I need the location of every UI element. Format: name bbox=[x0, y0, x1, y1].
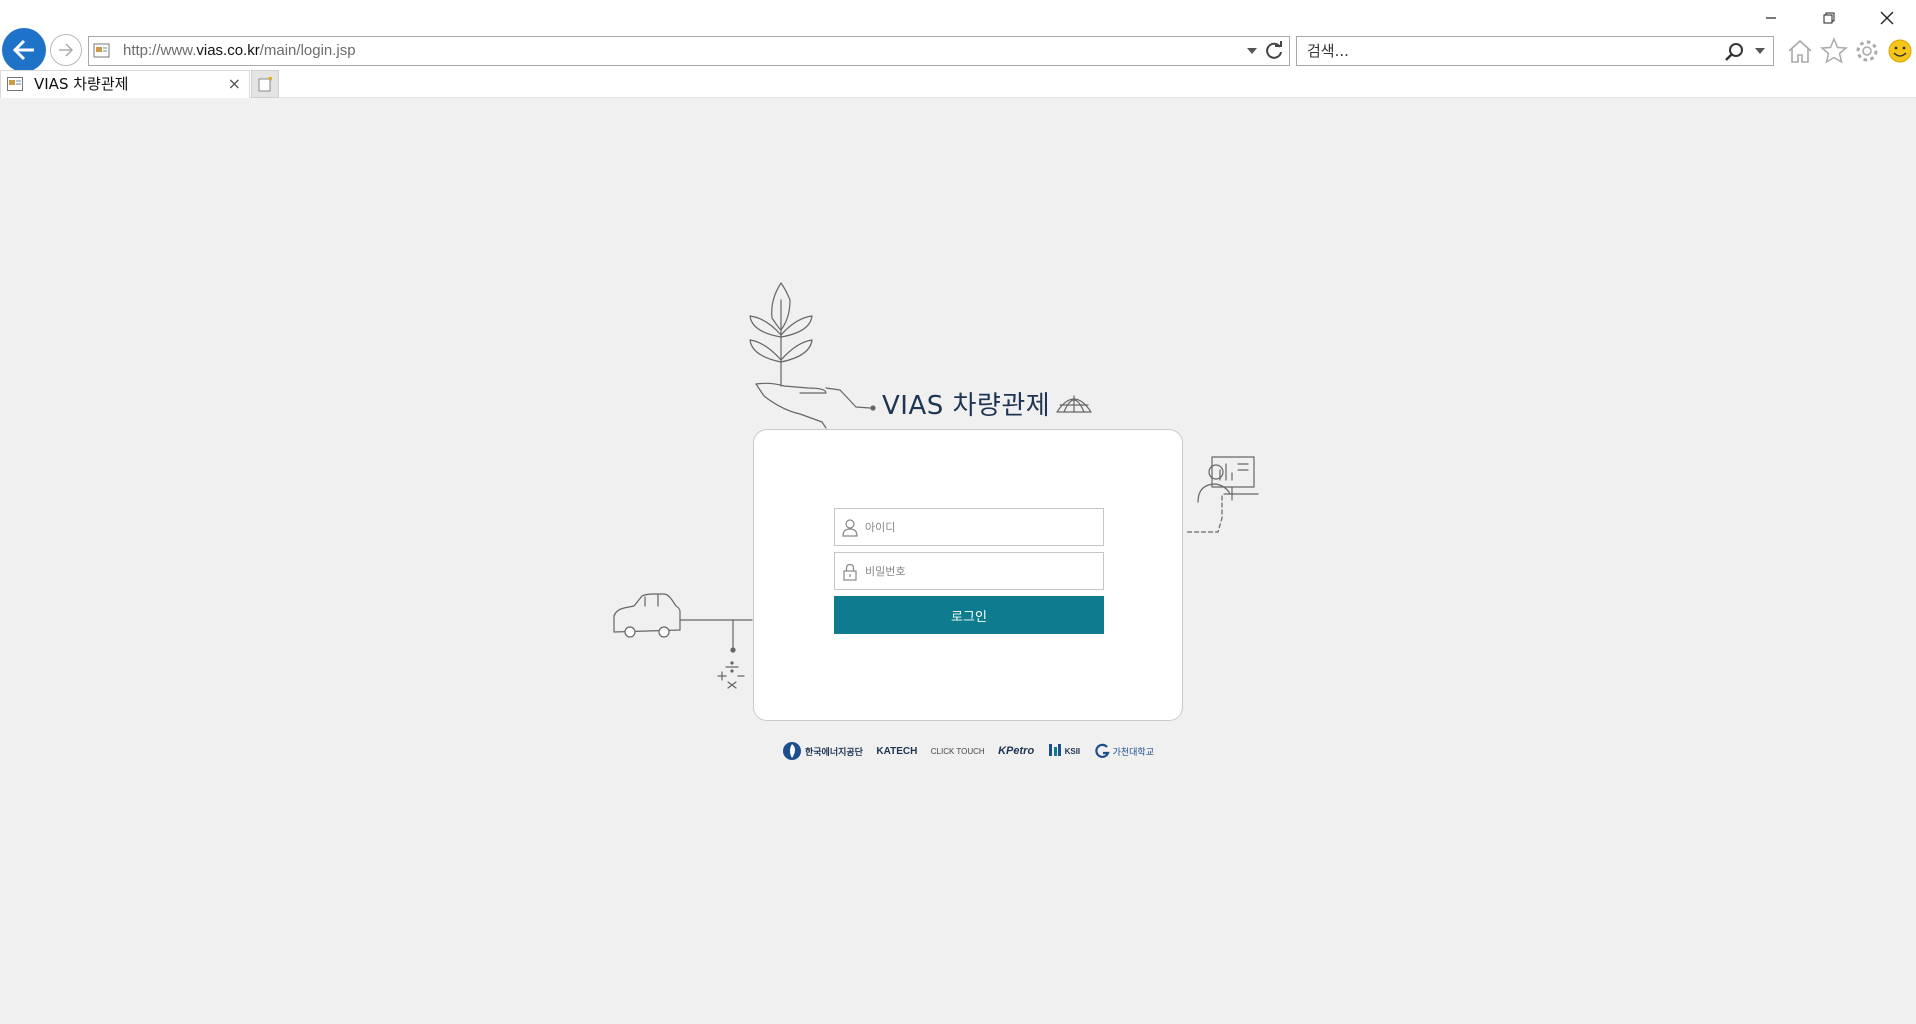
partner-name: KSII bbox=[1064, 746, 1081, 756]
partner-name: 한국에너지공단 bbox=[805, 746, 863, 757]
lock-icon bbox=[843, 563, 857, 581]
partner-logo-kpetro: KPetro bbox=[998, 739, 1034, 763]
user-icon bbox=[842, 519, 858, 537]
partner-logo-click-touch: CLICK TOUCH bbox=[931, 739, 985, 763]
login-button[interactable]: 로그인 bbox=[834, 596, 1104, 634]
brand-title: VIAS 차량관제 bbox=[882, 391, 1051, 421]
plant-icon bbox=[749, 282, 813, 387]
partner-name: KPetro bbox=[998, 745, 1035, 757]
globe-icon bbox=[1056, 395, 1092, 413]
password-field[interactable] bbox=[834, 552, 1104, 590]
ksii-emblem-icon bbox=[1048, 744, 1061, 756]
password-input[interactable] bbox=[865, 553, 1097, 589]
partner-logo-energy-agency: 한국에너지공단 bbox=[782, 739, 863, 763]
partner-logos: 한국에너지공단 KATECH CLICK TOUCH KPetro KSII 가… bbox=[782, 738, 1154, 764]
partner-logo-katech: KATECH bbox=[876, 739, 917, 763]
username-input[interactable] bbox=[865, 509, 1097, 545]
partner-name: CLICK TOUCH bbox=[930, 746, 985, 756]
car-icon bbox=[613, 593, 753, 653]
partner-logo-ksii: KSII bbox=[1048, 739, 1081, 763]
math-symbols-icon bbox=[717, 661, 745, 689]
partner-name: 가천대학교 bbox=[1112, 746, 1154, 757]
energy-agency-emblem-icon bbox=[783, 742, 801, 760]
gachon-emblem-icon bbox=[1094, 743, 1110, 758]
username-field[interactable] bbox=[834, 508, 1104, 546]
hand-icon bbox=[755, 382, 876, 429]
operator-monitor-icon bbox=[1185, 456, 1259, 533]
partner-logo-gachon: 가천대학교 bbox=[1094, 739, 1154, 763]
login-card: 로그인 bbox=[753, 429, 1183, 721]
partner-name: KATECH bbox=[876, 745, 918, 757]
